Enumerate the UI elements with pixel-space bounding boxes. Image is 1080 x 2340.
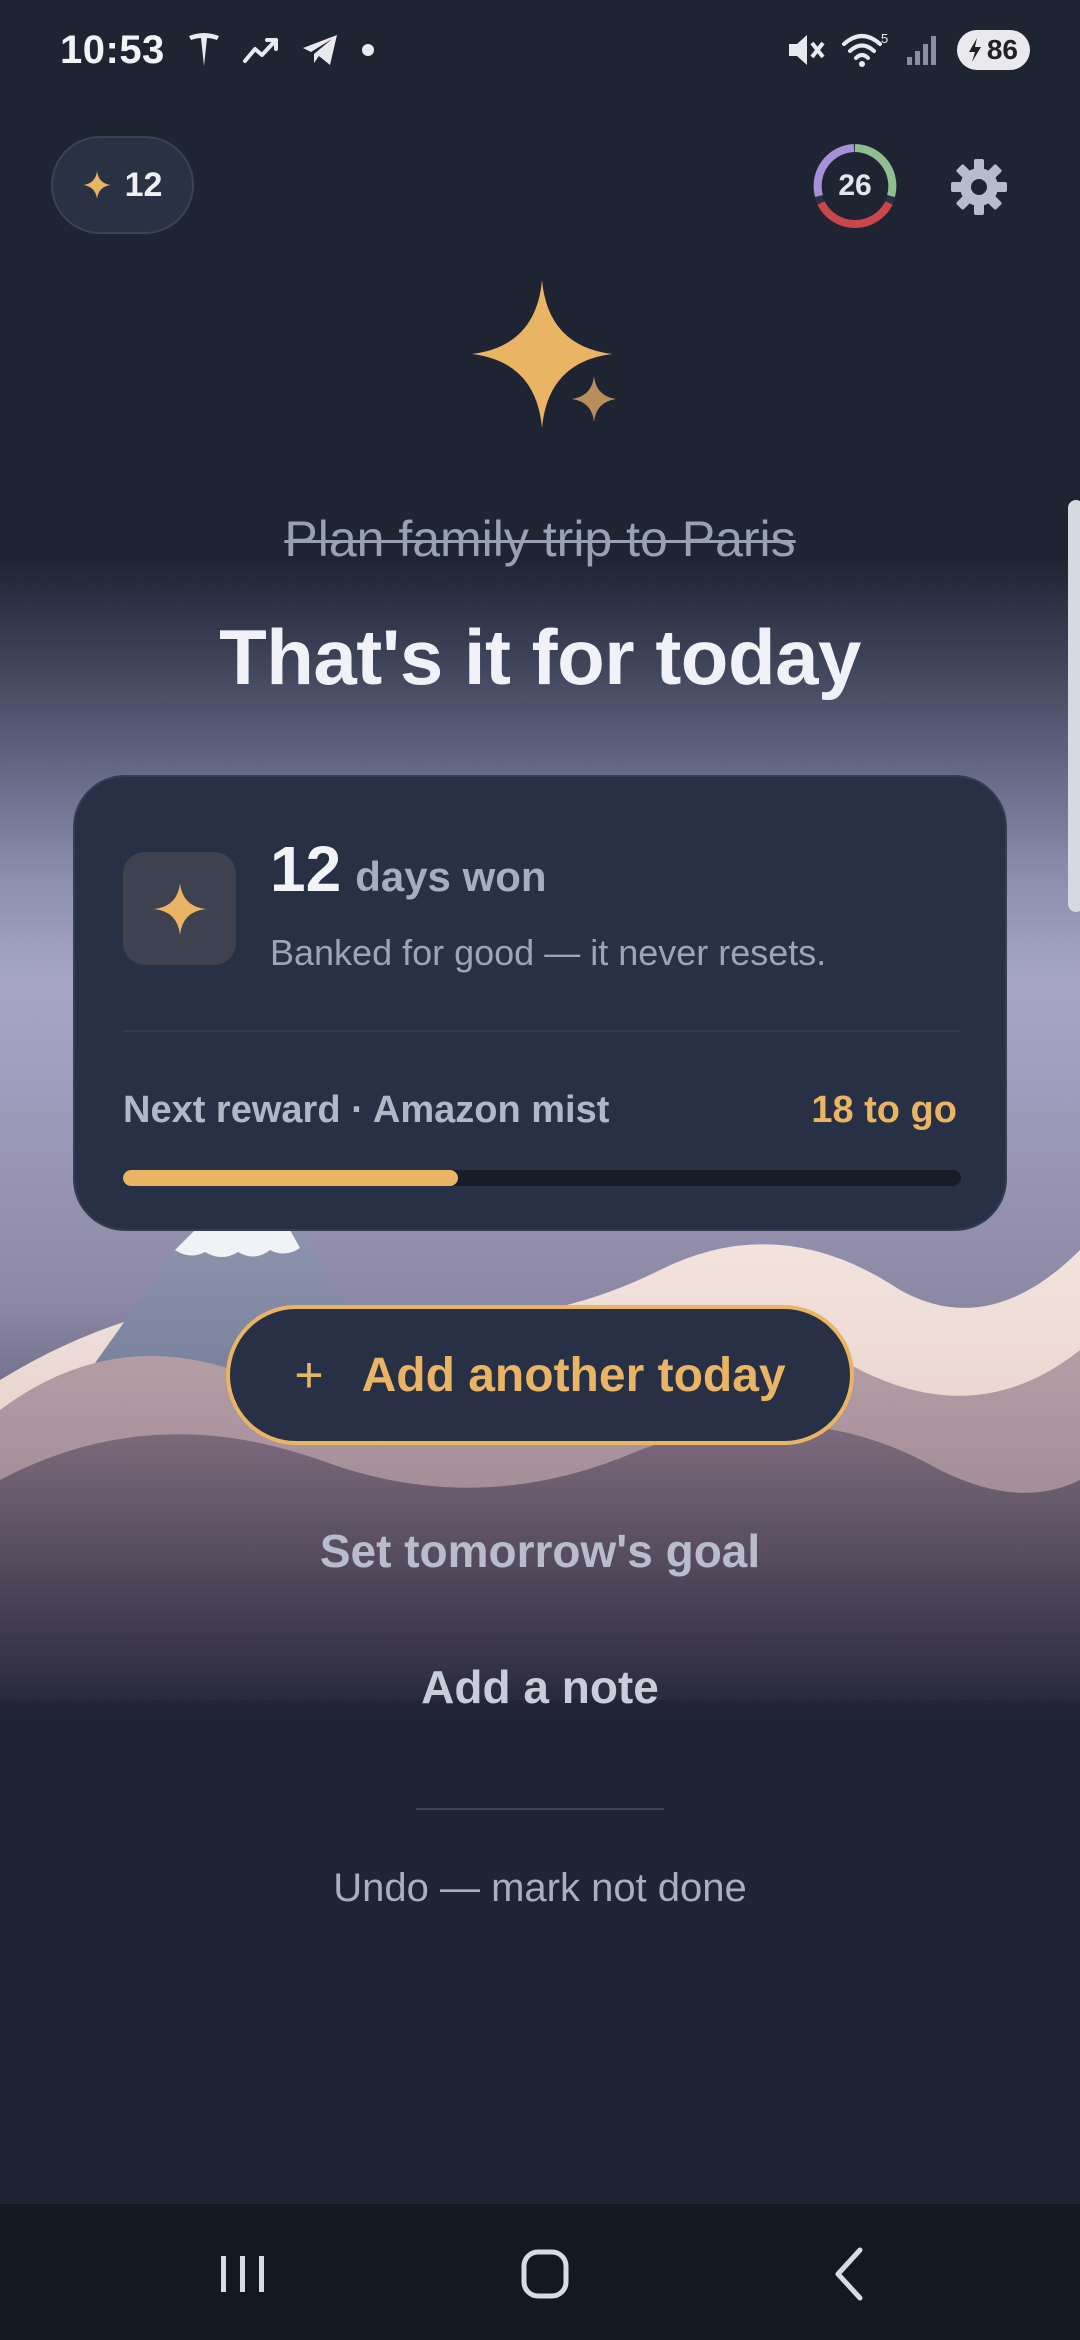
add-another-button[interactable]: + Add another today xyxy=(226,1305,854,1445)
battery-level: 86 xyxy=(986,34,1018,65)
sparkle-icon xyxy=(82,171,111,199)
streak-counter-button[interactable]: 12 xyxy=(51,136,194,234)
signal-icon xyxy=(906,36,936,65)
status-bar: 10:53 5 86 xyxy=(0,0,1080,100)
status-right: 5 86 xyxy=(785,30,1030,70)
battery-icon: 86 xyxy=(956,30,1030,70)
reward-remaining: 18 to go xyxy=(811,1089,957,1131)
card-divider xyxy=(123,1030,961,1032)
add-another-label: Add another today xyxy=(361,1348,786,1402)
add-note-button[interactable]: Add a note xyxy=(0,1660,1080,1714)
system-nav-bar xyxy=(0,2204,1080,2340)
mute-icon xyxy=(788,35,825,65)
streak-card: 12 days won Banked for good — it never r… xyxy=(73,775,1007,1231)
days-won-count: 12 xyxy=(270,833,342,905)
back-icon[interactable] xyxy=(808,2234,888,2314)
home-icon[interactable] xyxy=(505,2234,585,2314)
dot-icon xyxy=(361,44,374,56)
set-goal-button[interactable]: Set tomorrow's goal xyxy=(0,1524,1080,1578)
trend-icon xyxy=(242,38,278,63)
plus-icon: + xyxy=(294,1347,324,1403)
reward-progress-bar xyxy=(123,1170,961,1186)
undo-button[interactable]: Undo — mark not done xyxy=(0,1866,1080,1911)
progress-ring-button[interactable]: 26 xyxy=(810,141,900,231)
tesla-icon xyxy=(188,33,219,66)
divider xyxy=(416,1808,664,1810)
telegram-icon xyxy=(302,35,337,65)
status-time: 10:53 xyxy=(60,27,165,72)
completed-task-title: Plan family trip to Paris xyxy=(284,511,796,567)
reward-progress-fill xyxy=(123,1170,459,1186)
page-title: That's it for today xyxy=(219,613,861,701)
recent-apps-icon[interactable] xyxy=(203,2234,283,2314)
days-won-subtitle: Banked for good — it never resets. xyxy=(270,932,827,973)
days-won-line: 12 days won xyxy=(270,832,547,906)
scroll-handle[interactable] xyxy=(1068,500,1080,912)
celebration-sparkle-icon xyxy=(472,280,616,428)
sparkle-icon xyxy=(153,882,206,935)
ring-value: 26 xyxy=(838,169,872,202)
gear-icon[interactable] xyxy=(950,158,1008,216)
charging-bolt-icon xyxy=(968,38,981,62)
wifi-icon: 5 xyxy=(841,32,888,67)
status-left: 10:53 xyxy=(60,28,375,73)
days-won-label: days won xyxy=(355,853,547,900)
next-reward-label: Next reward · Amazon mist xyxy=(123,1089,610,1131)
svg-text:5: 5 xyxy=(881,32,888,46)
streak-count: 12 xyxy=(124,165,163,204)
card-icon-box xyxy=(123,852,236,965)
